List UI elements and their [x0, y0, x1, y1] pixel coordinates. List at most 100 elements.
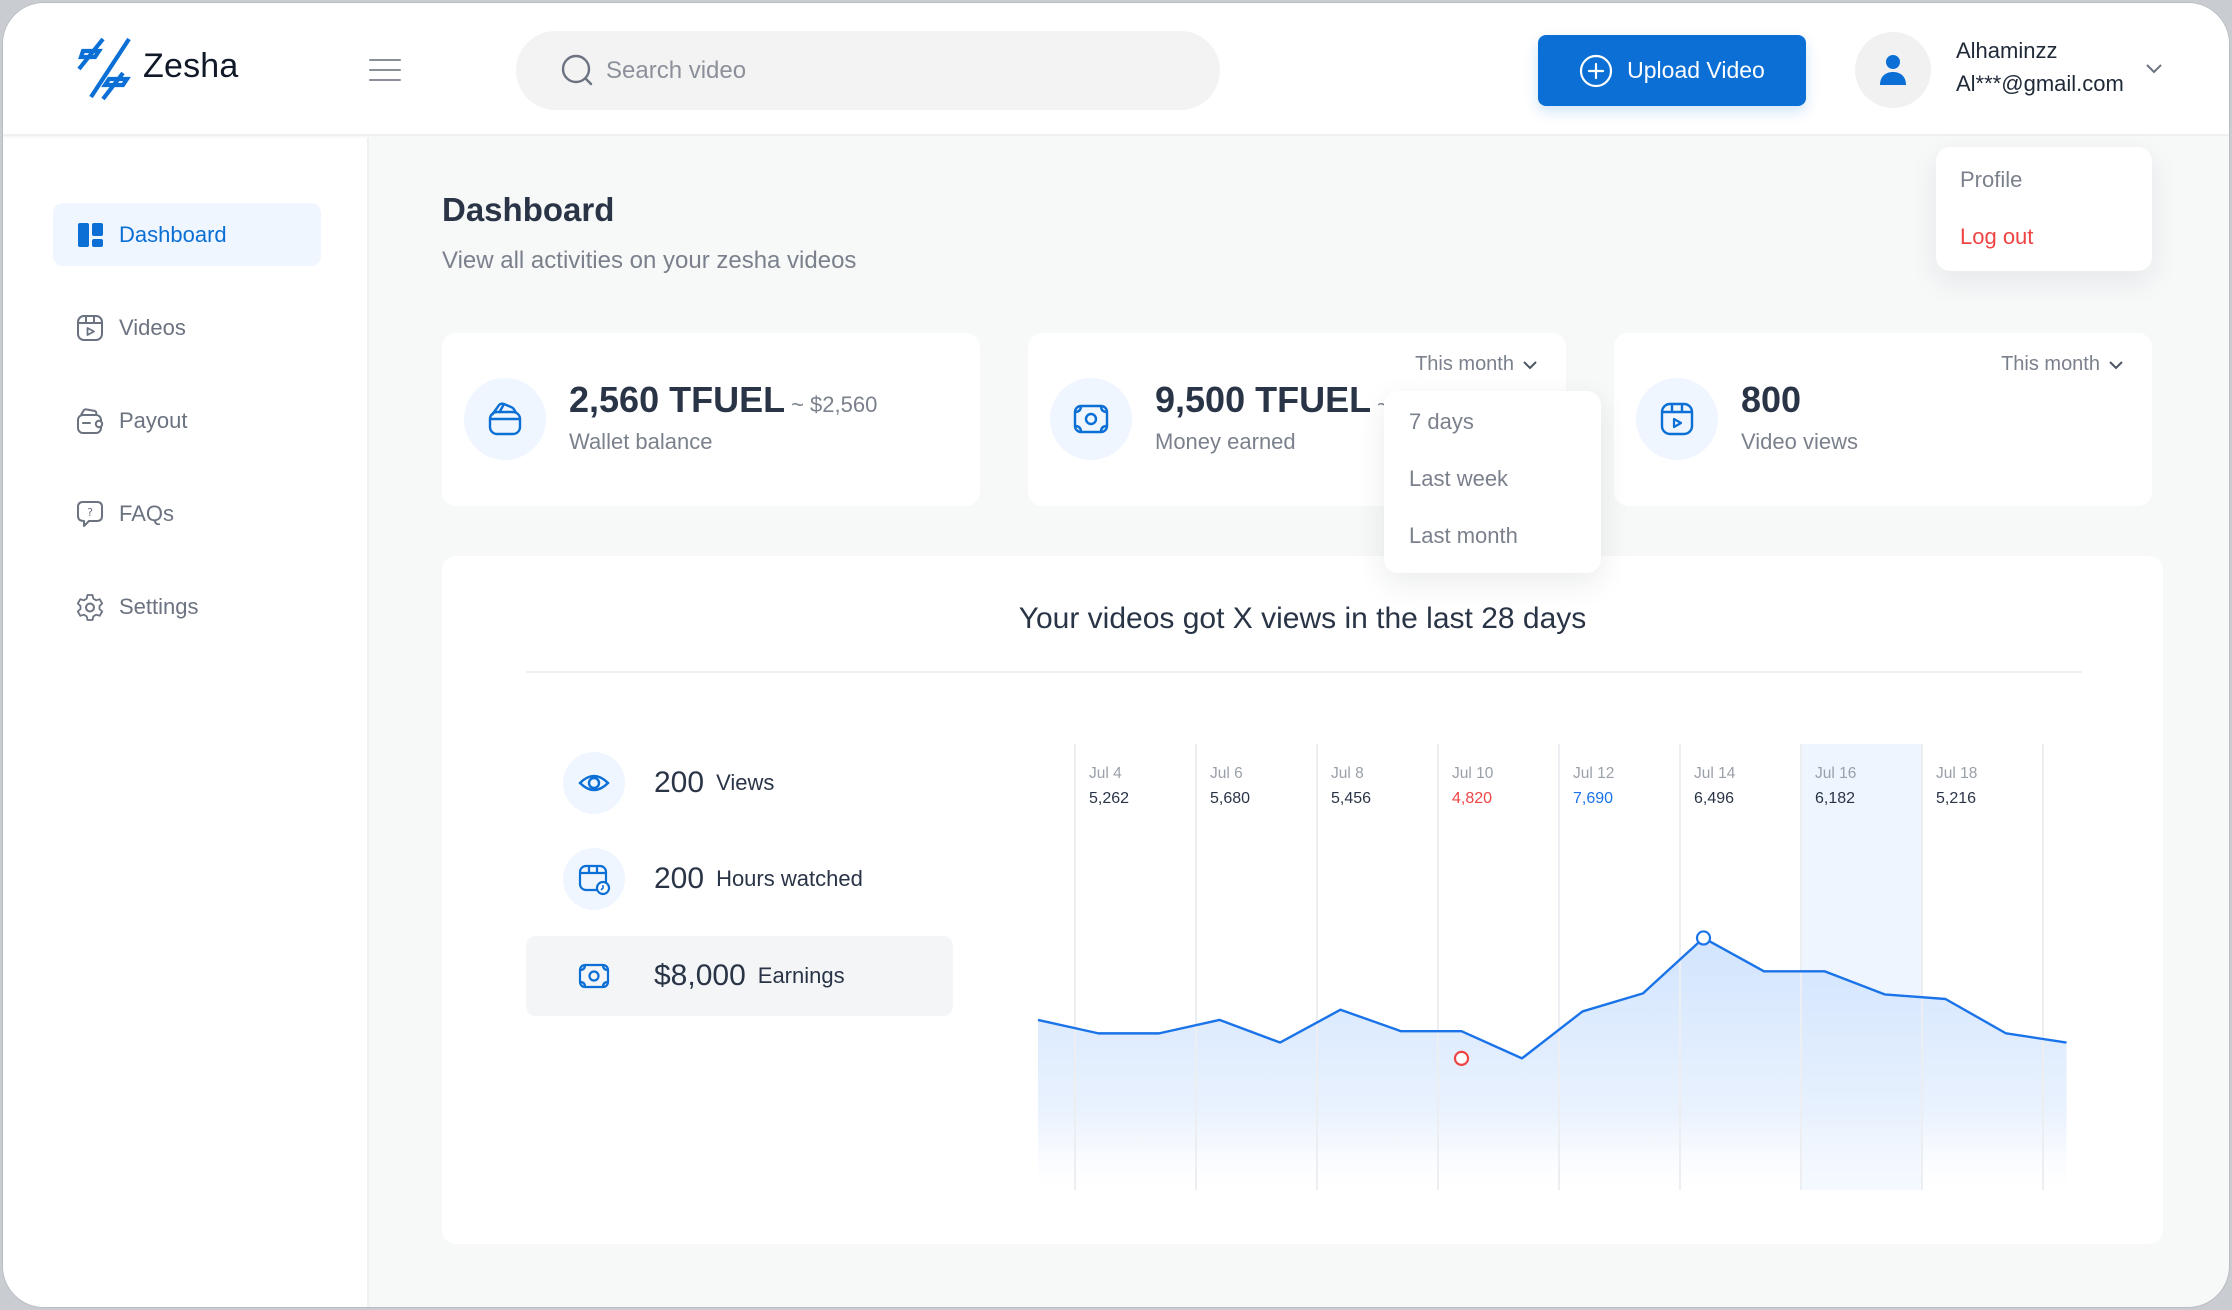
column-value-label: 5,262: [1089, 790, 1129, 807]
plus-circle-icon: [1580, 54, 1613, 87]
wallet-balance-amount: 2,560 TFUEL: [569, 379, 786, 420]
period-label: This month: [2001, 353, 2100, 375]
chevron-down-icon: [1523, 360, 1537, 369]
zesha-logo-icon[interactable]: [73, 37, 139, 101]
hamburger-line: [369, 59, 401, 61]
faq-icon: ?: [77, 500, 103, 527]
sidebar-item-label: Payout: [119, 407, 188, 433]
chevron-down-icon[interactable]: [2142, 59, 2166, 79]
page-title: Dashboard: [442, 191, 615, 228]
stat-views[interactable]: 200 Views: [526, 743, 953, 823]
stat-label: Views: [716, 770, 775, 795]
stat-label: Earnings: [757, 963, 845, 988]
wallet-balance-value: 2,560 TFUEL ~ $2,560: [569, 379, 877, 421]
min-point-marker: [1453, 1050, 1470, 1066]
video-views-card: 800 Video views This month: [1614, 333, 2152, 506]
column-date-label: Jul 4: [1089, 765, 1122, 782]
dashboard-icon: [78, 222, 103, 247]
column-value-label: 7,690: [1573, 790, 1613, 807]
video-icon: [77, 314, 103, 341]
card-icon-circle: [464, 378, 546, 460]
stat-icon-circle: [563, 752, 625, 814]
sidebar-item-label: Videos: [119, 314, 186, 340]
column-date-label: Jul 12: [1573, 765, 1614, 782]
period-dropdown-menu: 7 days Last week Last month: [1384, 391, 1601, 573]
sidebar-item-label: Settings: [119, 593, 199, 619]
logout-menu-item[interactable]: Log out: [1960, 224, 2033, 250]
user-name: Alhaminzz: [1956, 38, 2058, 63]
sidebar-item-label: FAQs: [119, 500, 175, 526]
calendar-clock-icon: [578, 864, 611, 896]
money-icon: [578, 963, 610, 989]
money-earned-label: Money earned: [1155, 429, 1296, 454]
money-earned-value: 9,500 TFUEL~ $9: [1155, 379, 1421, 421]
video-icon: [1660, 402, 1694, 436]
chart-title: Your videos got X views in the last 28 d…: [1018, 602, 1587, 635]
sidebar: Dashboard Videos Payout ? FAQs Settings: [3, 138, 369, 1307]
video-views-label: Video views: [1741, 429, 1858, 454]
wallet-balance-label: Wallet balance: [569, 429, 713, 454]
search-bar[interactable]: [516, 31, 1220, 110]
analytics-card: Jul 4 5,262 Jul 6 5,680 Jul 8 5,456 Jul 10 4,82…: [442, 556, 2163, 1244]
search-input[interactable]: [606, 31, 1186, 110]
column-value-label: 5,216: [1936, 790, 1976, 807]
column-value-label: 5,680: [1210, 790, 1250, 807]
page-subtitle: View all activities on your zesha videos: [442, 247, 857, 274]
wallet-icon: [488, 402, 522, 436]
highlighted-column: [1801, 744, 1922, 1190]
money-earned-amount: 9,500 TFUEL: [1155, 379, 1372, 420]
video-views-period-select[interactable]: This month: [2001, 353, 2124, 376]
stat-number: $8,000: [654, 959, 746, 992]
money-earned-period-select[interactable]: This month: [1415, 353, 1538, 376]
sidebar-item-payout[interactable]: Payout: [53, 389, 321, 452]
user-email: Al***@gmail.com: [1956, 71, 2124, 96]
card-icon-circle: [1050, 378, 1132, 460]
column-date-label: Jul 14: [1694, 765, 1736, 782]
wallet-balance-usd: ~ $2,560: [791, 392, 878, 417]
stat-earnings[interactable]: $8,000 Earnings: [526, 936, 953, 1016]
app-window: Zesha Upload Video Alh: [2, 2, 2230, 1308]
period-option-last-month[interactable]: Last month: [1409, 523, 1518, 549]
gear-icon: [76, 593, 104, 621]
hamburger-line: [369, 69, 401, 71]
menu-toggle-button[interactable]: [369, 59, 401, 81]
chart-area-fill: [1038, 937, 2067, 1190]
money-icon: [1073, 404, 1109, 434]
period-option-7-days[interactable]: 7 days: [1409, 409, 1474, 435]
column-value-label: 5,456: [1331, 790, 1371, 807]
video-views-value: 800: [1741, 379, 1802, 420]
wallet-icon: [77, 407, 104, 434]
hamburger-line: [369, 79, 401, 81]
user-avatar[interactable]: [1855, 32, 1931, 108]
stat-icon-circle: [563, 945, 625, 1007]
user-icon: [1880, 55, 1906, 85]
column-date-label: Jul 10: [1452, 765, 1494, 782]
stat-number: 200: [654, 766, 705, 799]
wallet-balance-card: 2,560 TFUEL ~ $2,560 Wallet balance: [442, 333, 980, 506]
top-header: Zesha Upload Video Alh: [3, 3, 2229, 136]
stat-label: Hours watched: [716, 866, 863, 891]
sidebar-item-settings[interactable]: Settings: [53, 575, 321, 638]
stat-icon-circle: [563, 848, 625, 910]
svg-text:?: ?: [87, 506, 93, 519]
chart-line: [1037, 936, 2067, 1060]
column-date-label: Jul 8: [1331, 765, 1364, 782]
search-icon: [561, 54, 593, 86]
card-icon-circle: [1636, 378, 1718, 460]
column-date-label: Jul 18: [1936, 765, 1977, 782]
sidebar-item-videos[interactable]: Videos: [53, 296, 321, 359]
stat-hours-watched[interactable]: 200 Hours watched: [526, 839, 953, 919]
column-date-label: Jul 6: [1210, 765, 1243, 782]
brand-name: Zesha: [143, 47, 239, 85]
sidebar-item-dashboard[interactable]: Dashboard: [53, 203, 321, 266]
max-point-marker: [1695, 930, 1712, 946]
sidebar-item-faqs[interactable]: ? FAQs: [53, 482, 321, 545]
profile-dropdown-menu: Profile Log out: [1936, 147, 2152, 271]
eye-icon: [578, 774, 610, 792]
column-value-label: 4,820: [1452, 790, 1492, 807]
column-value-label: 6,182: [1815, 790, 1855, 807]
period-option-last-week[interactable]: Last week: [1409, 466, 1508, 492]
upload-video-button[interactable]: Upload Video: [1538, 35, 1806, 106]
profile-menu-item[interactable]: Profile: [1960, 167, 2022, 193]
divider: [526, 671, 2082, 673]
